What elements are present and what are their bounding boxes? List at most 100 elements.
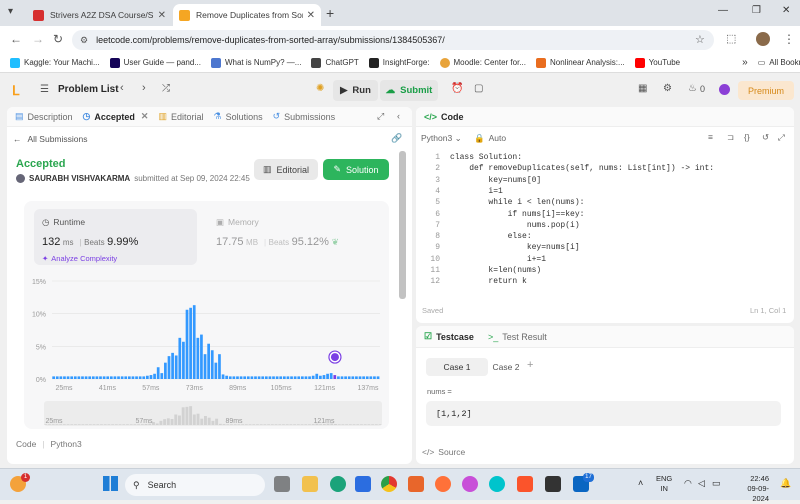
profile-avatar[interactable] — [756, 32, 770, 46]
bookmark-item[interactable]: Kaggle: Your Machi... — [10, 57, 100, 68]
problem-list-icon[interactable]: ☰ — [40, 84, 49, 95]
problem-list-link[interactable]: Problem List — [58, 84, 119, 95]
bookmark-icon[interactable]: ⊐ — [727, 132, 734, 143]
windows-start-icon[interactable] — [103, 476, 118, 491]
editorial-button[interactable]: ▥ Editorial — [254, 159, 318, 180]
url-input[interactable]: ⚙ leetcode.com/problems/remove-duplicate… — [72, 30, 714, 50]
format-icon[interactable]: ≡ — [708, 132, 713, 142]
username[interactable]: SAURABH VISHVAKARMA — [29, 174, 130, 183]
bookmark-item[interactable]: ChatGPT — [311, 57, 359, 68]
tab-code[interactable]: </> Code — [424, 112, 464, 122]
share-link-icon[interactable]: 🔗 — [391, 133, 402, 144]
tab-solutions[interactable]: ⚗ Solutions — [214, 111, 263, 122]
source-link[interactable]: </> Source — [422, 447, 465, 457]
note-icon[interactable]: ▢ — [474, 83, 483, 94]
code-line[interactable]: 12 return k — [416, 277, 526, 288]
taskbar-search[interactable]: ⚲ Search — [125, 474, 265, 496]
bookmark-item[interactable]: What is NumPy? —... — [210, 57, 301, 68]
all-bookmarks-folder[interactable]: ▭All Bookmarks — [758, 58, 800, 67]
terminal-icon[interactable] — [545, 476, 561, 492]
code-line[interactable]: 11 k=len(nums) — [416, 266, 541, 277]
app-icon[interactable] — [462, 476, 478, 492]
all-submissions-link[interactable]: ← All Submissions — [13, 134, 88, 144]
bookmark-item[interactable]: Nonlinear Analysis:... — [535, 57, 625, 68]
braces-icon[interactable]: {} — [744, 132, 750, 142]
tab-accepted[interactable]: ◷ Accepted ✕ — [83, 111, 149, 122]
language-select[interactable]: Python3 ⌄ — [421, 133, 462, 144]
chrome-icon[interactable] — [381, 476, 397, 492]
browser-tab-leetcode[interactable]: Remove Duplicates from Sorted ✕ — [173, 4, 321, 26]
edge-icon[interactable] — [330, 476, 346, 492]
notes-icon[interactable]: ⏰ — [451, 83, 463, 94]
new-tab-button[interactable]: + — [326, 5, 334, 21]
auto-mode[interactable]: 🔒 Auto — [474, 133, 506, 144]
expand-icon[interactable]: ⤢ — [377, 111, 384, 122]
add-case-button[interactable]: + — [527, 359, 533, 371]
code-line[interactable]: 7 nums.pop(i) — [416, 221, 579, 232]
back-icon[interactable]: ← — [10, 32, 22, 46]
collapse-icon[interactable]: ‹ — [397, 111, 400, 121]
random-problem-icon[interactable]: ⤮ — [162, 83, 170, 94]
close-tab-icon[interactable]: ✕ — [141, 111, 149, 122]
bookmark-item[interactable]: InsightForge: — [368, 57, 430, 68]
store-icon[interactable] — [355, 476, 371, 492]
submit-button[interactable]: ☁ Submit — [380, 80, 438, 101]
code-editor[interactable]: 1 class Solution: 2 def removeDuplicates(s… — [416, 153, 794, 287]
minimize-icon[interactable]: — — [718, 5, 728, 16]
fullscreen-icon[interactable]: ⤢ — [778, 132, 785, 143]
code-line[interactable]: 5 while i < len(nums): — [416, 198, 584, 209]
file-explorer-icon[interactable] — [302, 476, 318, 492]
bookmark-star-icon[interactable]: ☆ — [695, 33, 705, 46]
left-panel-scrollbar[interactable] — [399, 151, 406, 299]
browser-tab-striver[interactable]: Strivers A2Z DSA Course/Sheet ✕ — [27, 4, 172, 26]
code-line[interactable]: 6 if nums[i]==key: — [416, 210, 584, 221]
runtime-distribution-chart[interactable]: 15% 10% 5% 0% 25ms 41ms 57ms 73ms 89ms 105ms 121ms… — [24, 201, 389, 429]
tab-testcase[interactable]: ☑ Testcase — [424, 331, 474, 342]
brave-icon[interactable] — [517, 476, 533, 492]
reset-icon[interactable]: ↺ — [762, 132, 769, 143]
notification-bell-icon[interactable]: 🔔 — [780, 478, 791, 489]
code-line[interactable]: 10 i+=1 — [416, 255, 546, 266]
extensions-icon[interactable]: ⬚ — [726, 32, 736, 45]
solution-button[interactable]: ✎ Solution — [323, 159, 389, 180]
tray-chevron-icon[interactable]: ˄ — [638, 478, 643, 488]
nums-input[interactable]: [1,1,2] — [426, 401, 781, 426]
tab-submissions[interactable]: ↺ Submissions — [273, 111, 336, 122]
code-line[interactable]: 2 def removeDuplicates(self, nums: List[… — [416, 164, 714, 175]
firefox-icon[interactable] — [435, 476, 451, 492]
leetcode-logo-icon[interactable]: ᒪ — [12, 83, 19, 99]
prev-problem-icon[interactable]: ‹ — [120, 82, 124, 94]
streak-icon[interactable]: ♨ — [688, 83, 697, 94]
menu-icon[interactable]: ⋮ — [783, 32, 795, 46]
wifi-icon[interactable]: ◠ — [684, 478, 692, 489]
settings-icon[interactable]: ⚙ — [663, 83, 672, 94]
debug-icon[interactable]: ✺ — [316, 83, 324, 94]
layout-icon[interactable]: ▦ — [638, 83, 647, 94]
bookmark-item[interactable]: Moodle: Center for... — [439, 57, 526, 68]
code-line[interactable]: 1 class Solution: — [416, 153, 522, 164]
canva-icon[interactable] — [489, 476, 505, 492]
close-tab-icon[interactable]: ✕ — [307, 10, 315, 21]
code-line[interactable]: 4 i=1 — [416, 187, 503, 198]
matlab-icon[interactable] — [408, 476, 424, 492]
run-button[interactable]: ▶ Run — [333, 80, 378, 101]
code-line[interactable]: 3 key=nums[0] — [416, 176, 541, 187]
maximize-icon[interactable]: ❐ — [752, 5, 761, 16]
premium-button[interactable]: Premium — [738, 81, 794, 100]
code-line[interactable]: 9 key=nums[i] — [416, 243, 579, 254]
next-problem-icon[interactable]: › — [142, 82, 146, 94]
code-line[interactable]: 8 else: — [416, 232, 531, 243]
volume-icon[interactable]: ◁ — [698, 478, 705, 489]
close-tab-icon[interactable]: ✕ — [158, 10, 166, 21]
more-bookmarks-button[interactable]: » — [742, 57, 748, 68]
tab-test-result[interactable]: >_ Test Result — [488, 332, 547, 342]
tab-search-icon[interactable]: ▾ — [8, 6, 13, 17]
tab-editorial[interactable]: ▥ Editorial — [158, 111, 203, 122]
user-avatar[interactable] — [719, 84, 730, 95]
close-window-icon[interactable]: ✕ — [782, 5, 790, 16]
reload-icon[interactable]: ↻ — [53, 32, 63, 46]
bookmark-item[interactable]: User Guide — pand... — [109, 57, 201, 68]
forward-icon[interactable]: → — [32, 32, 44, 46]
task-view-icon[interactable] — [274, 476, 290, 492]
battery-icon[interactable]: ▭ — [712, 478, 721, 489]
